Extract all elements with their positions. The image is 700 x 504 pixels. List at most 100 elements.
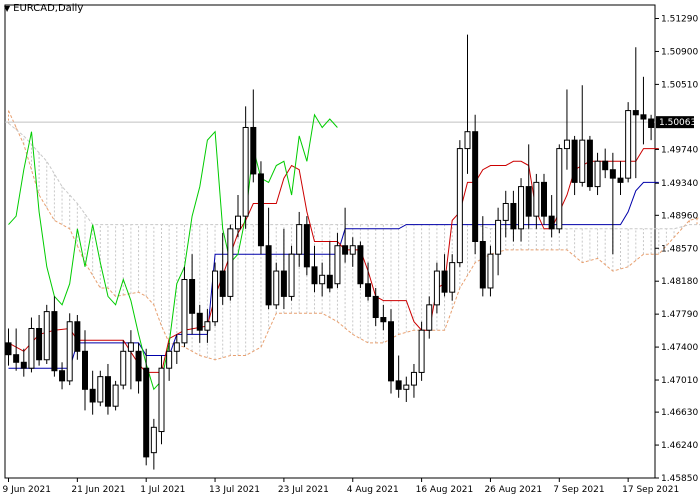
- candle-body: [473, 132, 478, 242]
- candle-body: [90, 389, 95, 402]
- candle-body: [37, 328, 42, 359]
- candle-body: [595, 161, 600, 186]
- x-tick-label: 7 Sep 2021: [553, 485, 604, 495]
- candle-body: [266, 246, 271, 305]
- candle-body: [236, 216, 241, 229]
- candle-body: [151, 427, 156, 452]
- candle-body: [320, 275, 325, 283]
- candle-body: [434, 271, 439, 305]
- candle-body: [205, 322, 210, 330]
- candle-body: [534, 182, 539, 216]
- candle-body: [419, 330, 424, 372]
- candle-body: [44, 312, 49, 360]
- candle-body: [442, 271, 447, 292]
- candle-body: [641, 115, 646, 119]
- x-tick-label: 23 Jul 2021: [278, 485, 329, 495]
- candle-body: [633, 111, 638, 115]
- candle-body: [289, 254, 294, 296]
- y-tick-label: 1.49340: [661, 179, 698, 189]
- y-tick-label: 1.48180: [661, 277, 698, 287]
- candle-body: [511, 203, 516, 228]
- candle-body: [121, 351, 126, 385]
- candle-body: [327, 275, 332, 288]
- y-tick-label: 1.48570: [661, 244, 698, 254]
- candle-body: [98, 377, 103, 402]
- x-tick-label: 17 Sep 2021: [622, 485, 679, 495]
- candle-body: [626, 111, 631, 179]
- candle-body: [603, 161, 608, 169]
- candle-body: [366, 284, 371, 297]
- y-tick-label: 1.51290: [661, 15, 698, 25]
- candle-body: [182, 280, 187, 343]
- candle-body: [297, 225, 302, 255]
- candle-body: [60, 371, 65, 381]
- candle-body: [526, 187, 531, 217]
- candle-body: [136, 351, 141, 381]
- candle-body: [67, 322, 72, 381]
- candle-body: [457, 149, 462, 263]
- candle-body: [312, 267, 317, 284]
- x-tick-label: 9 Jun 2021: [3, 485, 51, 495]
- candle-body: [190, 280, 195, 314]
- candle-body: [343, 246, 348, 254]
- candle-body: [396, 381, 401, 389]
- dropdown-arrow-icon: ▼: [4, 4, 10, 13]
- candle-body: [144, 368, 149, 457]
- candle-body: [281, 271, 286, 296]
- candle-body: [21, 362, 26, 368]
- candle-body: [6, 343, 11, 355]
- y-tick-label: 1.50900: [661, 47, 698, 57]
- candle-body: [373, 296, 378, 317]
- candle-body: [251, 127, 256, 173]
- candle-body: [542, 182, 547, 216]
- candle-body: [480, 242, 485, 288]
- candle-body: [488, 254, 493, 288]
- candle-body: [549, 216, 554, 229]
- candle-body: [580, 140, 585, 182]
- candle-body: [496, 220, 501, 254]
- candle-body: [105, 377, 110, 407]
- candle-body: [649, 119, 654, 127]
- candle-body: [411, 372, 416, 385]
- x-tick-label: 26 Aug 2021: [484, 485, 542, 495]
- candle-body: [618, 178, 623, 182]
- candle-body: [389, 322, 394, 381]
- x-tick-label: 21 Jun 2021: [71, 485, 125, 495]
- candle-body: [564, 140, 569, 148]
- candle-body: [404, 385, 409, 389]
- candle-body: [174, 343, 179, 351]
- candle-body: [14, 355, 19, 363]
- candle-body: [29, 328, 34, 368]
- candle-body: [519, 187, 524, 229]
- y-tick-label: 1.45850: [661, 474, 698, 484]
- candle-body: [167, 351, 172, 368]
- candle-body: [465, 132, 470, 149]
- candle-body: [220, 271, 225, 296]
- x-tick-label: 4 Aug 2021: [347, 485, 399, 495]
- candle-body: [197, 313, 202, 330]
- candle-body: [610, 170, 615, 178]
- y-tick-label: 1.46240: [661, 441, 698, 451]
- y-tick-label: 1.47790: [661, 310, 698, 320]
- candle-body: [503, 203, 508, 220]
- candle-body: [52, 312, 57, 371]
- y-tick-label: 1.47010: [661, 376, 698, 386]
- candle-body: [335, 246, 340, 284]
- candle-body: [75, 322, 80, 352]
- y-tick-label: 1.46630: [661, 408, 698, 418]
- symbol-header: ▼EURCAD,Daily: [4, 3, 83, 14]
- candle-body: [83, 351, 88, 389]
- chart-area: 1.512901.509001.505101.497401.493401.489…: [0, 0, 700, 500]
- candle-body: [572, 140, 577, 182]
- x-tick-label: 1 Jul 2021: [140, 485, 185, 495]
- candle-body: [213, 271, 218, 322]
- candle-body: [228, 229, 233, 297]
- candle-body: [113, 385, 118, 406]
- candle-body: [450, 263, 455, 293]
- x-tick-label: 13 Jul 2021: [209, 485, 260, 495]
- y-tick-label: 1.47400: [661, 343, 698, 353]
- candle-body: [274, 271, 279, 305]
- y-tick-label: 1.48960: [661, 211, 698, 221]
- candle-body: [381, 318, 386, 322]
- candle-body: [258, 174, 263, 246]
